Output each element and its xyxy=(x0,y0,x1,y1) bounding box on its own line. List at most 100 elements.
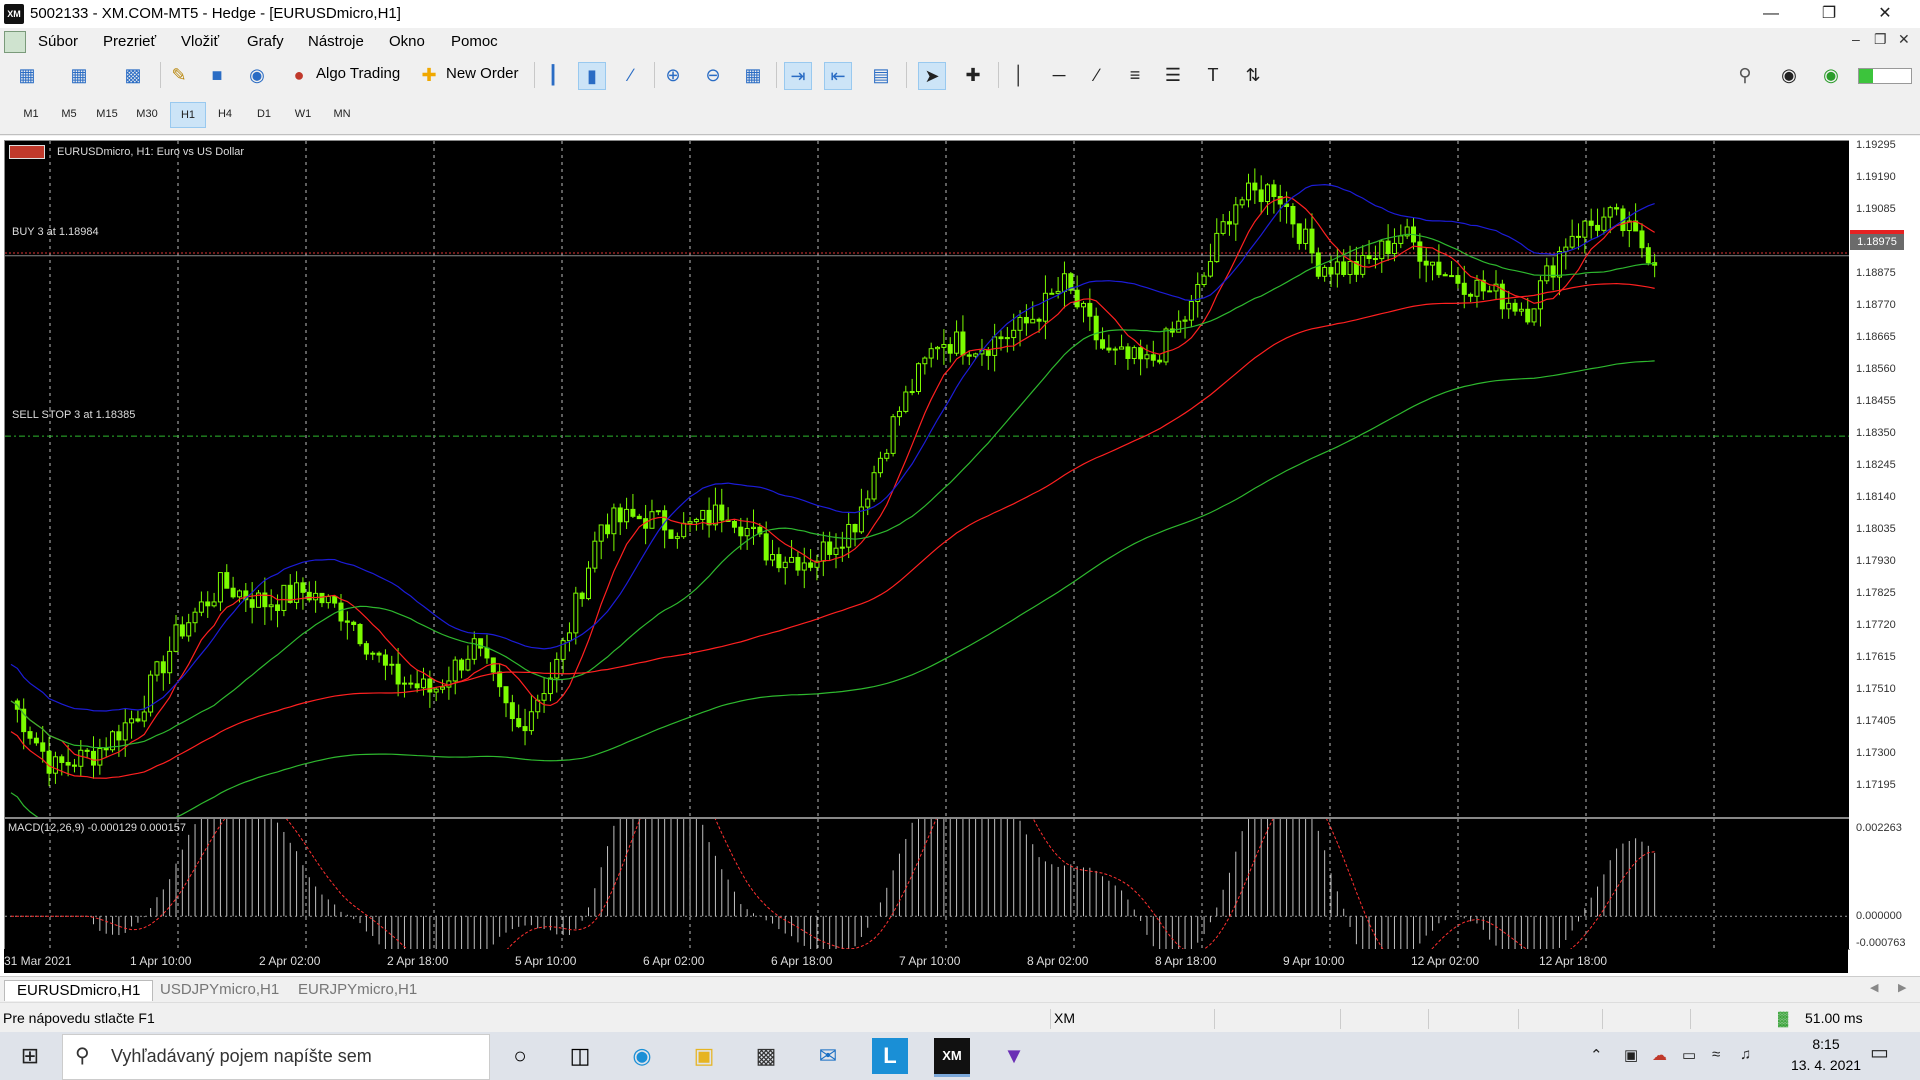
x-label: 12 Apr 02:00 xyxy=(1411,954,1480,968)
tab-scroll-right-icon[interactable]: ▶ xyxy=(1898,981,1906,994)
mdi-minimize-icon[interactable]: – xyxy=(1852,31,1860,47)
search-icon[interactable]: ⚲ xyxy=(1732,62,1758,88)
fibonacci-icon[interactable]: ≡ xyxy=(1122,62,1148,88)
market-watch-icon[interactable]: ▩ xyxy=(120,62,146,88)
menu-file[interactable]: Súbor xyxy=(38,33,78,50)
tf-mn[interactable]: MN xyxy=(325,102,359,126)
tf-h1[interactable]: H1 xyxy=(170,102,206,128)
tf-m5[interactable]: M5 xyxy=(52,102,86,126)
tray-chevron-icon[interactable]: ⌃ xyxy=(1590,1046,1603,1064)
mdi-close-icon[interactable]: ✕ xyxy=(1898,31,1910,48)
arrows-icon[interactable]: ⇅ xyxy=(1240,62,1266,88)
algo-trading-icon[interactable]: ● xyxy=(286,62,312,88)
maximize-button[interactable]: ❐ xyxy=(1806,0,1852,28)
close-button[interactable]: ✕ xyxy=(1862,0,1908,28)
clock-date[interactable]: 13. 4. 2021 xyxy=(1776,1057,1876,1073)
bar-chart-icon[interactable]: ┃ xyxy=(540,62,566,88)
zoom-out-icon[interactable]: ⊖ xyxy=(700,62,726,88)
tf-m30[interactable]: M30 xyxy=(130,102,164,126)
x-label: 12 Apr 18:00 xyxy=(1539,954,1608,968)
tab-eurusd[interactable]: EURUSDmicro,H1 xyxy=(4,980,154,1001)
line-chart-icon[interactable]: ∕ xyxy=(618,62,644,88)
tf-m15[interactable]: M15 xyxy=(90,102,124,126)
lines-icon[interactable]: ☰ xyxy=(1160,62,1186,88)
tab-eurjpy[interactable]: EURJPYmicro,H1 xyxy=(286,980,429,1000)
new-order-button[interactable]: New Order xyxy=(446,60,519,88)
tray-meet-icon[interactable]: ▣ xyxy=(1624,1046,1638,1064)
price-chart[interactable]: EURUSDmicro, H1: Euro vs US Dollar BUY 3… xyxy=(4,140,1850,818)
tf-d1[interactable]: D1 xyxy=(247,102,281,126)
store-icon[interactable]: ▩ xyxy=(748,1038,784,1074)
crosshair-icon[interactable]: ✚ xyxy=(960,62,986,88)
candle-body xyxy=(198,601,204,613)
templates-icon[interactable]: ▤ xyxy=(868,62,894,88)
macd-subwindow[interactable]: MACD(12,26,9) -0.000129 0.000157 xyxy=(4,818,1850,950)
vps-icon[interactable]: ◉ xyxy=(1818,62,1844,88)
candle-body xyxy=(268,604,274,608)
auto-scroll-icon[interactable]: ⇥ xyxy=(784,62,812,90)
tab-scroll-left-icon[interactable]: ◀ xyxy=(1870,981,1878,994)
menu-charts[interactable]: Grafy xyxy=(247,33,284,50)
profiles-icon[interactable]: ▦ xyxy=(66,62,92,88)
horizontal-line-icon[interactable]: ─ xyxy=(1046,62,1072,88)
price-axis-label: 1.18875 xyxy=(1856,267,1896,279)
account-icon[interactable]: ◉ xyxy=(1776,62,1802,88)
wifi-icon[interactable]: ≈ xyxy=(1712,1046,1720,1063)
tf-h4[interactable]: H4 xyxy=(208,102,242,126)
notification-icon[interactable]: ▭ xyxy=(1870,1040,1889,1065)
tray-cloud-icon[interactable]: ☁ xyxy=(1652,1046,1667,1064)
signals-icon[interactable]: ◉ xyxy=(244,62,270,88)
gem-app-icon[interactable]: ▼ xyxy=(996,1038,1032,1074)
tf-m1[interactable]: M1 xyxy=(14,102,48,126)
toolbar-separator xyxy=(906,62,907,88)
candlestick-chart-icon[interactable]: ▮ xyxy=(578,62,606,90)
vertical-line-icon[interactable]: │ xyxy=(1006,62,1032,88)
candle-body xyxy=(1518,308,1524,312)
minimize-button[interactable]: — xyxy=(1748,0,1794,28)
candle-body xyxy=(465,658,471,671)
mdi-restore-icon[interactable]: ❐ xyxy=(1874,31,1887,48)
candle-body xyxy=(129,718,135,724)
task-view-icon[interactable]: ◫ xyxy=(562,1038,598,1074)
algo-trading-button[interactable]: Algo Trading xyxy=(316,60,400,88)
grid-icon[interactable]: ▦ xyxy=(740,62,766,88)
candle-body xyxy=(1372,258,1378,261)
new-chart-icon[interactable]: ▦ xyxy=(14,62,40,88)
l-app-icon[interactable]: L xyxy=(872,1038,908,1074)
candle-body xyxy=(630,508,636,517)
toolbar-separator xyxy=(534,62,535,88)
tf-w1[interactable]: W1 xyxy=(286,102,320,126)
search-icon: ⚲ xyxy=(75,1045,90,1067)
trendline-icon[interactable]: ∕ xyxy=(1084,62,1110,88)
mail-icon[interactable]: ✉ xyxy=(810,1038,846,1074)
database-icon[interactable]: ■ xyxy=(204,62,230,88)
buy-order-label[interactable]: BUY 3 at 1.18984 xyxy=(12,226,99,238)
tab-usdjpy[interactable]: USDJPYmicro,H1 xyxy=(148,980,291,1000)
edge-icon[interactable]: ◉ xyxy=(624,1038,660,1074)
battery-icon[interactable]: ▭ xyxy=(1682,1046,1696,1064)
candle-body xyxy=(1461,282,1467,295)
volume-icon[interactable]: ♫ xyxy=(1740,1046,1751,1063)
file-explorer-icon[interactable]: ▣ xyxy=(686,1038,722,1074)
menu-tools[interactable]: Nástroje xyxy=(308,33,364,50)
text-icon[interactable]: T xyxy=(1200,62,1226,88)
mdi-window-icon[interactable] xyxy=(4,31,26,53)
strategy-tester-icon[interactable]: ✎ xyxy=(166,62,192,88)
cortana-icon[interactable]: ○ xyxy=(502,1038,538,1074)
new-order-icon[interactable]: ✚ xyxy=(416,62,442,88)
xm-mt5-taskbar-icon[interactable]: XM xyxy=(934,1038,970,1077)
menu-insert[interactable]: Vložiť xyxy=(181,33,219,50)
zoom-in-icon[interactable]: ⊕ xyxy=(660,62,686,88)
ping-value: 51.00 ms xyxy=(1805,1010,1863,1026)
candle-body xyxy=(909,391,915,394)
windows-start-icon[interactable]: ⊞ xyxy=(12,1038,48,1074)
menu-window[interactable]: Okno xyxy=(389,33,425,50)
menu-view[interactable]: Prezrieť xyxy=(103,33,156,50)
chart-shift-icon[interactable]: ⇤ xyxy=(824,62,852,90)
cursor-icon[interactable]: ➤ xyxy=(918,62,946,90)
clock-time[interactable]: 8:15 xyxy=(1796,1036,1856,1052)
candle-body xyxy=(33,737,39,744)
menu-help[interactable]: Pomoc xyxy=(451,33,498,50)
taskbar-search[interactable]: ⚲ Vyhľadávaný pojem napíšte sem xyxy=(62,1034,490,1080)
sell-stop-order-label[interactable]: SELL STOP 3 at 1.18385 xyxy=(12,409,135,421)
